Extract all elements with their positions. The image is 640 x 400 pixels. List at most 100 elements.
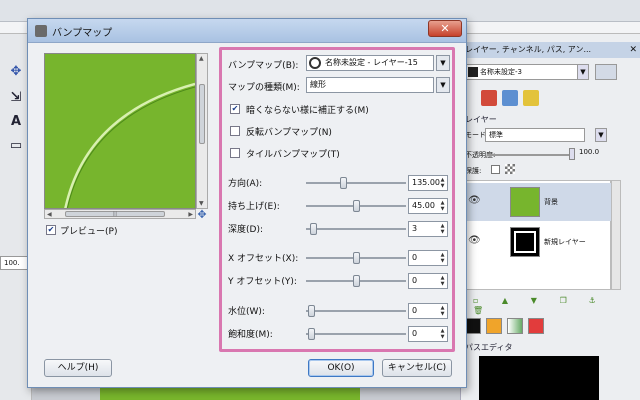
scroll-up-icon[interactable]: ▲ bbox=[199, 55, 204, 62]
spin-arrows-icon[interactable]: ▲ ▼ bbox=[439, 200, 446, 212]
scrollbar-thumb[interactable]: ||| bbox=[65, 211, 165, 217]
new-layer-icon[interactable]: ▫ bbox=[473, 296, 485, 306]
y-offset-label: Y オフセット(Y): bbox=[228, 277, 297, 287]
map-type-select[interactable]: 線形 bbox=[306, 77, 434, 93]
chevron-down-icon[interactable]: ▼ bbox=[595, 128, 607, 142]
delete-icon[interactable]: 🗑 bbox=[473, 306, 485, 316]
invert-checkbox[interactable] bbox=[230, 126, 240, 136]
crop-icon[interactable]: ▭ bbox=[8, 138, 24, 154]
layers-scrollbar[interactable] bbox=[611, 180, 621, 290]
dialog-titlebar[interactable]: バンプマップ ✕ bbox=[28, 19, 466, 43]
ambient-slider-handle[interactable] bbox=[307, 328, 315, 340]
toolbox-option-field[interactable]: 100. bbox=[0, 256, 30, 270]
invert-label: 反転バンプマップ(N) bbox=[246, 128, 332, 138]
bumpmap-select[interactable]: 名称未設定 - レイヤー-15 bbox=[306, 55, 434, 71]
lower-layer-icon[interactable]: ▼ bbox=[531, 296, 543, 306]
elevation-spinbox[interactable]: 45.00 ▲ ▼ bbox=[408, 198, 448, 214]
tile-checkbox[interactable] bbox=[230, 148, 240, 158]
close-button[interactable]: ✕ bbox=[428, 20, 462, 37]
dock-tab-icons-top bbox=[481, 90, 541, 108]
scroll-down-icon[interactable]: ▼ bbox=[199, 200, 204, 207]
raise-layer-icon[interactable]: ▲ bbox=[502, 296, 514, 306]
anchor-icon[interactable]: ⚓ bbox=[589, 296, 601, 306]
waterlevel-spinbox[interactable]: 0 ▲ ▼ bbox=[408, 303, 448, 319]
opacity-slider[interactable] bbox=[487, 154, 573, 156]
waterlevel-slider-handle[interactable] bbox=[307, 305, 315, 317]
spin-arrows-icon[interactable]: ▲ ▼ bbox=[439, 305, 446, 317]
chevron-down-icon[interactable]: ▼ bbox=[436, 77, 450, 93]
preview-vertical-scrollbar[interactable]: ▲ ▼ bbox=[196, 53, 208, 209]
spin-arrows-icon[interactable]: ▲ ▼ bbox=[439, 177, 446, 189]
image-selector[interactable]: 名称未設定-3 bbox=[465, 64, 585, 80]
elevation-slider-handle[interactable] bbox=[352, 200, 360, 212]
x-offset-slider-handle[interactable] bbox=[352, 252, 360, 264]
ambient-spinbox[interactable]: 0 ▲ ▼ bbox=[408, 326, 448, 342]
ambient-slider[interactable] bbox=[306, 333, 406, 335]
chevron-down-icon[interactable]: ▼ bbox=[436, 55, 450, 71]
brushes-tab-icon[interactable] bbox=[465, 318, 481, 334]
chevron-down-icon[interactable]: ▼ bbox=[577, 64, 589, 80]
path-editor-preview bbox=[479, 356, 599, 400]
scroll-left-icon[interactable]: ◀ bbox=[47, 211, 52, 218]
y-offset-slider-handle[interactable] bbox=[352, 275, 360, 287]
dock-tab-header: レイヤー, チャンネル, パス, アン... ✕ bbox=[461, 42, 640, 58]
waterlevel-slider[interactable] bbox=[306, 310, 406, 312]
eye-icon[interactable]: 👁 bbox=[468, 235, 481, 246]
compensate-checkbox[interactable]: ✔ bbox=[230, 104, 240, 114]
layer-row[interactable]: 👁 背景 bbox=[462, 183, 612, 221]
lock-alpha-icon[interactable] bbox=[505, 164, 515, 174]
spin-arrows-icon[interactable]: ▲ ▼ bbox=[439, 252, 446, 264]
azimuth-slider-handle[interactable] bbox=[340, 177, 348, 189]
mode-select[interactable]: 標準 bbox=[485, 128, 585, 142]
align-icon[interactable]: ⇲ bbox=[8, 90, 24, 106]
undo-tab-icon[interactable] bbox=[522, 90, 539, 106]
azimuth-slider[interactable] bbox=[306, 182, 406, 184]
gradients-tab-icon[interactable] bbox=[506, 318, 523, 334]
close-icon[interactable]: ✕ bbox=[629, 42, 637, 58]
y-offset-spinbox[interactable]: 0 ▲ ▼ bbox=[408, 273, 448, 289]
layers-tab-icon[interactable] bbox=[481, 90, 497, 106]
auto-button[interactable] bbox=[595, 64, 617, 80]
cancel-button[interactable]: キャンセル(C) bbox=[382, 359, 452, 377]
compensate-label: 暗くならない様に補正する(M) bbox=[246, 106, 369, 116]
lock-pixels-checkbox[interactable] bbox=[491, 165, 500, 174]
spin-arrows-icon[interactable]: ▲ ▼ bbox=[439, 275, 446, 287]
depth-slider[interactable] bbox=[306, 228, 406, 230]
scroll-right-icon[interactable]: ▶ bbox=[188, 211, 193, 218]
help-button[interactable]: ヘルプ(H) bbox=[44, 359, 112, 377]
patterns-tab-icon[interactable] bbox=[485, 318, 502, 334]
layer-row[interactable]: 👁 新規レイヤー bbox=[462, 223, 612, 261]
x-offset-spinbox[interactable]: 0 ▲ ▼ bbox=[408, 250, 448, 266]
depth-slider-handle[interactable] bbox=[309, 223, 317, 235]
channels-tab-icon[interactable] bbox=[501, 90, 518, 106]
opacity-value[interactable]: 100.0 bbox=[579, 148, 599, 156]
eye-icon[interactable]: 👁 bbox=[468, 195, 481, 206]
spin-arrows-icon[interactable]: ▲ ▼ bbox=[439, 328, 446, 340]
text-tool-icon[interactable]: A bbox=[8, 114, 24, 130]
opacity-slider-handle[interactable] bbox=[569, 148, 575, 160]
tile-label: タイルバンプマップ(T) bbox=[246, 150, 340, 160]
dialog-title: バンプマップ bbox=[52, 28, 113, 39]
preview-label: プレビュー(P) bbox=[60, 227, 118, 237]
preview-horizontal-scrollbar[interactable]: ◀ ||| ▶ bbox=[44, 209, 196, 219]
preview-checkbox[interactable]: ✔ bbox=[46, 225, 56, 235]
navigate-icon[interactable]: ✥ bbox=[196, 209, 208, 221]
duplicate-layer-icon[interactable]: ❐ bbox=[560, 296, 572, 306]
depth-spinbox[interactable]: 3 ▲ ▼ bbox=[408, 221, 448, 237]
preview-image[interactable] bbox=[44, 53, 196, 209]
x-offset-value: 0 bbox=[412, 253, 418, 262]
image-canvas-content[interactable] bbox=[100, 388, 360, 400]
scrollbar-thumb[interactable] bbox=[199, 84, 205, 144]
ok-button[interactable]: OK(O) bbox=[308, 359, 374, 377]
layer-thumbnail bbox=[510, 227, 540, 257]
layers-list: 👁 背景 👁 新規レイヤー bbox=[461, 180, 612, 290]
spin-arrows-icon[interactable]: ▲ ▼ bbox=[439, 223, 446, 235]
azimuth-spinbox[interactable]: 135.00 ▲ ▼ bbox=[408, 175, 448, 191]
elevation-value: 45.00 bbox=[412, 201, 435, 210]
move-icon[interactable]: ✥ bbox=[8, 64, 24, 80]
palettes-tab-icon[interactable] bbox=[527, 318, 544, 334]
azimuth-value: 135.00 bbox=[412, 178, 440, 187]
x-offset-label: X オフセット(X): bbox=[228, 254, 299, 264]
bumpmap-thumbnail bbox=[309, 57, 321, 69]
dock-tabs-title: レイヤー, チャンネル, パス, アン... bbox=[465, 45, 592, 54]
